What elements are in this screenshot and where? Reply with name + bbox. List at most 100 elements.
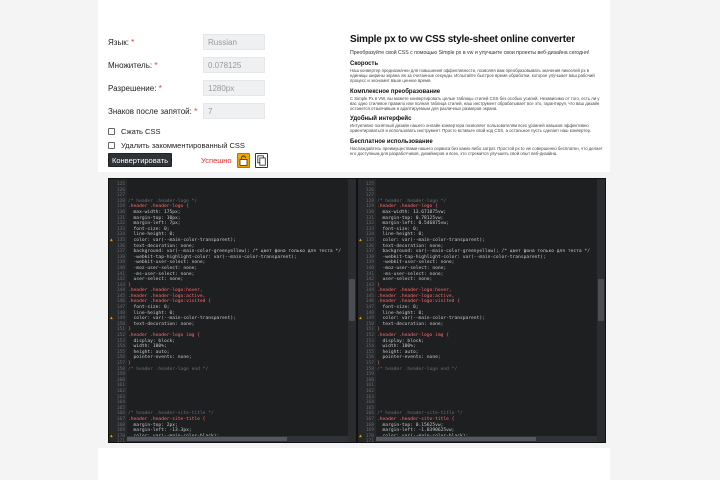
decimals-label: Знаков после запятой: * <box>108 107 198 116</box>
input-css-editor[interactable]: 125 126 127 128/* header .header-logo */129… <box>108 178 357 443</box>
output-css-editor[interactable]: 125 126 127 128/* header .header-logo */129… <box>357 178 606 443</box>
code-text: text-decoration: none; <box>128 243 195 249</box>
code-text: .header .header-site-title { <box>377 416 455 422</box>
horizontal-scrollbar[interactable] <box>127 436 348 442</box>
code-text: .header .header-logo { <box>128 204 189 210</box>
code-text: text-decoration: none; <box>377 321 444 327</box>
code-text: margin-top: 2px; <box>128 422 178 428</box>
code-text: } <box>128 361 131 366</box>
converter-panel: Язык: * Russian Множитель: * 0.078125 Ра… <box>98 0 610 172</box>
info-section: Скорость Наш конвертер предназначен для … <box>350 61 606 84</box>
code-text: font-size: 0; <box>128 226 170 232</box>
code-text: pointer-events: none; <box>377 355 441 361</box>
settings-form: Язык: * Russian Множитель: * 0.078125 Ра… <box>108 34 358 154</box>
editors-area: 125 126 127 128/* header .header-logo */129… <box>108 178 610 443</box>
page-subtitle: Преобразуйте свой CSS с помощью Simple p… <box>350 50 590 56</box>
code-text: margin-left: 7px; <box>128 221 181 227</box>
code-text: margin-top: 10px; <box>128 215 181 221</box>
scrollbar-thumb[interactable] <box>376 437 536 441</box>
code-text: /* header .header-site-title */ <box>128 411 214 417</box>
multiplier-input[interactable]: 0.078125 <box>203 57 265 73</box>
copy-icon[interactable] <box>255 153 268 168</box>
remove-comments-label: Удалить закомментированный CSS <box>121 141 245 150</box>
code-text: color: var(--main-color-transparent); <box>377 237 485 243</box>
line-number: 171 <box>365 439 374 443</box>
code-text: font-size: 0; <box>377 305 419 311</box>
code-lines: 125 126 127 128/* header .header-logo */129… <box>109 182 348 443</box>
line-number: 171 <box>116 439 125 443</box>
code-text: /* header .header-logo end */ <box>128 366 209 372</box>
vertical-scrollbar[interactable] <box>597 179 605 442</box>
info-section-text: Наш конвертер предназначен для повышения… <box>350 68 595 84</box>
code-text: text-decoration: none; <box>128 321 195 327</box>
language-row: Язык: * Russian <box>108 34 358 57</box>
code-text: -ms-user-select: none; <box>377 271 444 277</box>
info-section-heading: Комплексное преобразование <box>350 88 441 95</box>
info-section-heading: Бесплатное использование <box>350 138 433 145</box>
lock-icon[interactable] <box>237 153 250 168</box>
code-text: margin-left: 0.546875vw; <box>377 221 449 227</box>
resolution-row: Разрешение: * 1280px <box>108 80 358 103</box>
info-block: Simple px to vw CSS style-sheet online c… <box>350 34 606 172</box>
code-text: /* header .header-site-title */ <box>377 411 463 417</box>
code-text: line-height: 0; <box>128 310 176 316</box>
language-label: Язык: * <box>108 38 135 47</box>
decimals-input[interactable]: 7 <box>203 103 265 119</box>
code-text: } <box>128 327 131 333</box>
resolution-input[interactable]: 1280px <box>203 80 265 96</box>
remove-comments-checkbox[interactable] <box>108 142 115 149</box>
code-text: -webkit-user-select: none; <box>377 260 455 266</box>
code-text: width: 100%; <box>377 344 416 350</box>
code-text: .header .header-logo:hover, <box>128 288 203 294</box>
info-section: Комплексное преобразование С Simple Px в… <box>350 89 606 112</box>
code-text: font-size: 0; <box>128 305 170 311</box>
code-text: .header .header-site-title { <box>128 416 206 422</box>
scrollbar-thumb[interactable] <box>349 279 355 321</box>
decimals-row: Знаков после запятой: * 7 <box>108 103 358 126</box>
page: Язык: * Russian Множитель: * 0.078125 Ра… <box>0 0 720 480</box>
compress-css-label: Сжать CSS <box>121 127 161 136</box>
code-text: line-height: 0; <box>377 310 425 316</box>
remove-comments-checkbox-row[interactable]: Удалить закомментированный CSS <box>108 140 358 154</box>
scrollbar-thumb[interactable] <box>598 279 604 321</box>
code-text: -ms-user-select: none; <box>128 271 195 277</box>
code-text: margin-left: -13.3px; <box>128 428 192 434</box>
info-section: Удобный интерфейс Интуитивно понятный ди… <box>350 116 606 133</box>
code-text: max-width: 13.671875vw; <box>377 209 447 215</box>
code-text: .header .header-logo:visited { <box>377 299 460 305</box>
code-text: .header .header-logo:hover, <box>377 288 452 294</box>
code-text: margin-left: -1.0390625vw; <box>377 428 455 434</box>
language-select[interactable]: Russian <box>203 34 265 50</box>
code-text: max-width: 175px; <box>128 209 181 215</box>
code-text: line-height: 0; <box>128 232 176 238</box>
code-text: pointer-events: none; <box>128 355 192 361</box>
code-text: -webkit-tap-highlight-color: var(--main-… <box>128 254 297 260</box>
compress-css-checkbox-row[interactable]: Сжать CSS <box>108 126 358 140</box>
info-section-heading: Удобный интерфейс <box>350 116 412 123</box>
convert-button[interactable]: Конвертировать <box>108 153 172 167</box>
code-text: background: var(--main-color-greenyellow… <box>128 249 341 255</box>
code-text: .header .header-logo img { <box>377 333 449 339</box>
code-text: margin-top: 0.78125vw; <box>377 215 444 221</box>
code-text: color: var(--main-color-transparent); <box>128 316 236 322</box>
code-text: } <box>377 327 380 333</box>
code-text: color: var(--main-color-transparent); <box>128 237 236 243</box>
multiplier-label: Множитель: * <box>108 61 158 70</box>
code-lines: 125 126 127 128/* header .header-logo */129… <box>358 182 597 443</box>
compress-css-checkbox[interactable] <box>108 128 115 135</box>
code-text: color: var(--main-color-transparent); <box>377 316 485 322</box>
code-text: } <box>377 282 380 288</box>
code-text: -webkit-user-select: none; <box>128 260 206 266</box>
code-text: margin-top: 0.15625vw; <box>377 422 444 428</box>
horizontal-scrollbar[interactable] <box>376 436 597 442</box>
info-section-text: С Simple Px в VW, вы можете конвертирова… <box>350 95 600 112</box>
code-text: .header .header-logo { <box>377 204 438 210</box>
code-text: display: block; <box>377 338 425 344</box>
code-text: .header .header-logo:visited { <box>128 299 211 305</box>
code-text: user-select: none; <box>377 277 433 283</box>
status-text: Успешно <box>201 156 232 165</box>
scrollbar-thumb[interactable] <box>127 437 287 441</box>
vertical-scrollbar[interactable] <box>348 179 356 442</box>
code-text: background: var(--main-color-greenyellow… <box>377 249 590 255</box>
code-text: -webkit-tap-highlight-color: var(--main-… <box>377 254 546 260</box>
